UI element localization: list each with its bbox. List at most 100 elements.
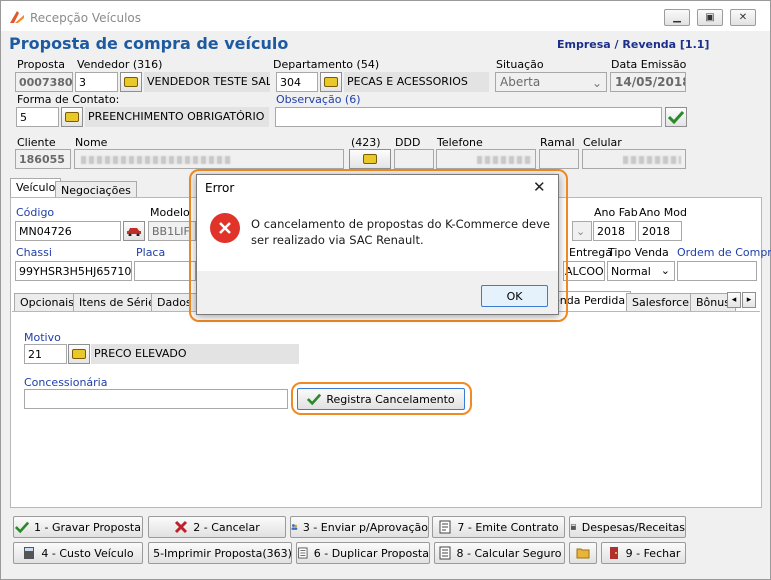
car-icon bbox=[127, 228, 141, 236]
enviar-aprovacao-button[interactable]: 3 - Enviar p/Aprovação bbox=[290, 516, 429, 538]
situacao-label: Situação bbox=[496, 58, 544, 71]
ordem-compra-label: Ordem de Compra bbox=[677, 246, 771, 259]
departamento-lookup-button[interactable] bbox=[320, 72, 342, 92]
pointing-hand-icon bbox=[363, 154, 377, 164]
arrow-left-icon: ◂ bbox=[731, 295, 737, 305]
situacao-select[interactable]: Aberta ⌄ bbox=[495, 72, 607, 92]
codigo-input[interactable]: MN04726 bbox=[15, 221, 121, 241]
cancelar-label: 2 - Cancelar bbox=[193, 520, 260, 534]
ramal-label: Ramal bbox=[540, 136, 575, 149]
situacao-value: Aberta bbox=[500, 75, 541, 89]
combustivel-field[interactable]: ALCOOL bbox=[563, 261, 605, 281]
dialog-close-button[interactable]: ✕ bbox=[533, 178, 546, 196]
ano-mod-input[interactable]: 2018 bbox=[638, 221, 682, 241]
entrega-label: Entrega bbox=[569, 246, 613, 259]
chevron-down-icon: ⌄ bbox=[660, 264, 670, 277]
placa-input[interactable] bbox=[134, 261, 196, 281]
checkmark-icon bbox=[307, 393, 322, 406]
telefones-lookup-button[interactable] bbox=[349, 149, 391, 169]
emite-contrato-label: 7 - Emite Contrato bbox=[457, 520, 559, 534]
calcular-seguro-button[interactable]: 8 - Calcular Seguro bbox=[434, 542, 565, 564]
observacao-input[interactable] bbox=[275, 107, 662, 127]
tab-scroll-right-button[interactable]: ▸ bbox=[742, 292, 756, 308]
concessionaria-input[interactable] bbox=[24, 389, 288, 409]
maximize-button[interactable]: ▣ bbox=[697, 9, 723, 26]
ordem-compra-input[interactable] bbox=[677, 261, 757, 281]
forma-contato-lookup-button[interactable] bbox=[61, 107, 83, 127]
vendedor-code-input[interactable]: 3 bbox=[75, 72, 118, 92]
motivo-lookup-button[interactable] bbox=[68, 344, 90, 364]
combo-dropdown[interactable]: ⌄ bbox=[572, 221, 592, 241]
document-icon bbox=[439, 546, 450, 560]
telefones-count-label: (423) bbox=[351, 136, 381, 149]
dialog-ok-button[interactable]: OK bbox=[481, 285, 548, 307]
motivo-code-input[interactable]: 21 bbox=[24, 344, 67, 364]
company-label: Empresa / Revenda [1.1] bbox=[557, 38, 710, 51]
document-icon bbox=[298, 547, 308, 559]
tab-veiculo[interactable]: Veículo bbox=[10, 178, 62, 198]
custo-veiculo-label: 4 - Custo Veículo bbox=[41, 546, 134, 560]
departamento-label: Departamento (54) bbox=[273, 58, 380, 71]
maximize-icon: ▣ bbox=[705, 12, 715, 23]
page-title: Proposta de compra de veículo bbox=[9, 34, 289, 53]
vendedor-lookup-button[interactable] bbox=[120, 72, 142, 92]
arrow-right-icon: ▸ bbox=[746, 295, 752, 305]
forma-contato-name: PREENCHIMENTO OBRIGATÓRIO bbox=[85, 107, 269, 127]
close-icon: ✕ bbox=[738, 12, 748, 23]
motivo-label: Motivo bbox=[24, 331, 61, 344]
imprimir-proposta-button[interactable]: 5-Imprimir Proposta(363) bbox=[148, 542, 292, 564]
proposta-field: 0007380 bbox=[15, 72, 73, 92]
redacted-text bbox=[623, 156, 681, 164]
gravar-proposta-button[interactable]: 1 - Gravar Proposta bbox=[13, 516, 143, 538]
pointing-hand-icon bbox=[65, 112, 79, 122]
minimize-icon: ▁ bbox=[673, 12, 681, 23]
placa-label: Placa bbox=[136, 246, 166, 259]
registra-cancelamento-label: Registra Cancelamento bbox=[326, 392, 455, 406]
cancelar-button[interactable]: 2 - Cancelar bbox=[148, 516, 286, 538]
codigo-label: Código bbox=[16, 206, 55, 219]
calculator-icon bbox=[570, 524, 576, 530]
calculator-icon bbox=[24, 547, 35, 559]
duplicar-proposta-button[interactable]: 6 - Duplicar Proposta bbox=[296, 542, 430, 564]
proposta-label: Proposta bbox=[17, 58, 65, 71]
close-window-button[interactable]: ✕ bbox=[730, 9, 756, 26]
nome-field bbox=[74, 149, 344, 169]
open-folder-button[interactable] bbox=[569, 542, 597, 564]
ramal-field bbox=[539, 149, 579, 169]
tipo-venda-value: Normal bbox=[611, 265, 651, 278]
chassi-input[interactable]: 99YHSR3H5HJ657105 bbox=[15, 261, 132, 281]
celular-field bbox=[582, 149, 686, 169]
nome-label: Nome bbox=[75, 136, 108, 149]
folder-icon bbox=[576, 548, 590, 559]
cliente-label: Cliente bbox=[17, 136, 56, 149]
telefone-label: Telefone bbox=[437, 136, 483, 149]
despesas-receitas-button[interactable]: Despesas/Receitas bbox=[569, 516, 686, 538]
tab-salesforce[interactable]: Salesforce bbox=[626, 293, 695, 311]
minimize-button[interactable]: ▁ bbox=[664, 9, 690, 26]
fechar-button[interactable]: 9 - Fechar bbox=[601, 542, 686, 564]
pointing-hand-icon bbox=[72, 349, 86, 359]
vendedor-name: VENDEDOR TESTE SALESF bbox=[144, 72, 270, 92]
app-logo-icon bbox=[9, 10, 25, 24]
emite-contrato-button[interactable]: 7 - Emite Contrato bbox=[432, 516, 565, 538]
confirm-observacao-button[interactable] bbox=[665, 107, 687, 127]
fechar-label: 9 - Fechar bbox=[625, 546, 681, 560]
tab-scroll-left-button[interactable]: ◂ bbox=[727, 292, 741, 308]
window-title: Recepção Veículos bbox=[30, 11, 142, 25]
dialog-title: Error bbox=[205, 181, 235, 195]
data-emissao-label: Data Emissão bbox=[611, 58, 687, 71]
telefone-field bbox=[436, 149, 536, 169]
forma-contato-code-input[interactable]: 5 bbox=[16, 107, 59, 127]
tipo-venda-select[interactable]: Normal ⌄ bbox=[607, 261, 675, 281]
vehicle-lookup-button[interactable] bbox=[123, 221, 145, 241]
custo-veiculo-button[interactable]: 4 - Custo Veículo bbox=[13, 542, 143, 564]
cliente-field: 186055 bbox=[15, 149, 71, 169]
people-icon bbox=[291, 524, 298, 530]
ano-fab-input[interactable]: 2018 bbox=[593, 221, 636, 241]
tab-itens-serie[interactable]: Itens de Série bbox=[73, 293, 161, 311]
tab-opcionais[interactable]: Opcionais bbox=[14, 293, 80, 311]
dialog-ok-label: OK bbox=[506, 289, 523, 303]
departamento-code-input[interactable]: 304 bbox=[276, 72, 318, 92]
registra-cancelamento-button[interactable]: Registra Cancelamento bbox=[297, 388, 465, 410]
redacted-text bbox=[81, 156, 231, 164]
